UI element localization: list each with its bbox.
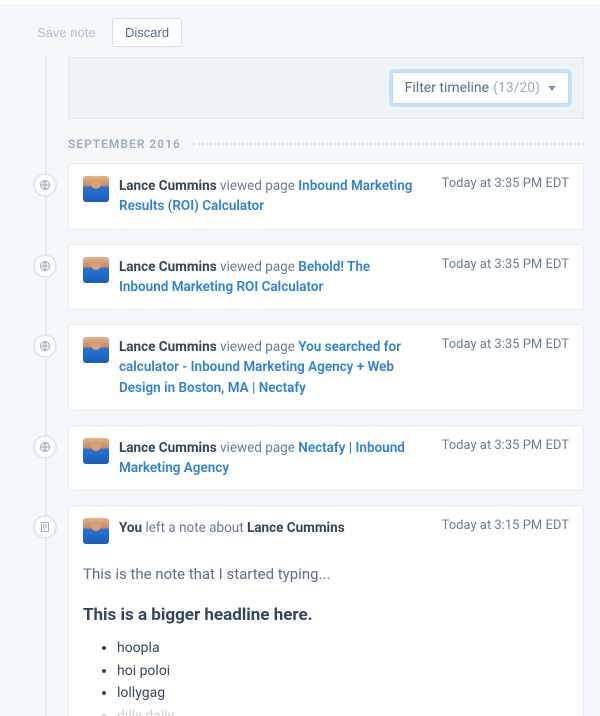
entry-actor: Lance Cummins [119, 259, 217, 275]
month-text: SEPTEMBER 2016 [68, 137, 181, 151]
note-body: This is the note that I started typing..… [83, 562, 569, 716]
note-icon [33, 515, 57, 539]
note-subject: Lance Cummins [247, 520, 345, 536]
timeline-card[interactable]: Lance Cummins viewed page Inbound Market… [68, 163, 584, 230]
filter-count: (13/20) [493, 80, 540, 96]
month-section-label: SEPTEMBER 2016 [68, 137, 584, 151]
entry-action: viewed page [220, 339, 295, 355]
entry-timestamp: Today at 3:35 PM EDT [432, 176, 569, 191]
note-actor: You [119, 520, 142, 536]
divider-dots [193, 143, 584, 145]
avatar [83, 518, 109, 544]
entry-action: viewed page [220, 259, 295, 275]
filter-bar: Filter timeline (13/20) [68, 57, 584, 119]
timeline-card[interactable]: Lance Cummins viewed page Behold! The In… [68, 244, 584, 311]
entry-text: Lance Cummins viewed page You searched f… [119, 337, 422, 398]
chevron-down-icon [548, 86, 556, 91]
entry-action: viewed page [220, 178, 295, 194]
note-card[interactable]: You left a note about Lance Cummins Toda… [68, 505, 584, 716]
globe-icon [33, 435, 57, 459]
timeline-card[interactable]: Lance Cummins viewed page You searched f… [68, 324, 584, 411]
globe-icon [33, 254, 57, 278]
globe-icon [33, 173, 57, 197]
timeline-entry: Lance Cummins viewed page You searched f… [24, 324, 584, 411]
avatar [83, 337, 109, 363]
list-item: hoi poloi [117, 660, 569, 682]
avatar [83, 257, 109, 283]
timeline-card[interactable]: Lance Cummins viewed page Nectafy | Inbo… [68, 425, 584, 492]
entry-text: You left a note about Lance Cummins [119, 518, 422, 538]
note-action: left a note about [145, 520, 243, 536]
globe-icon [33, 334, 57, 358]
list-item: lollygag [117, 682, 569, 704]
avatar [83, 176, 109, 202]
entry-text: Lance Cummins viewed page Inbound Market… [119, 176, 422, 217]
entry-timestamp: Today at 3:35 PM EDT [432, 257, 569, 272]
discard-button[interactable]: Discard [112, 18, 182, 47]
avatar [83, 438, 109, 464]
note-line: This is the note that I started typing..… [83, 562, 569, 586]
timeline-entry: Lance Cummins viewed page Behold! The In… [24, 244, 584, 311]
timeline-entry: Lance Cummins viewed page Inbound Market… [24, 163, 584, 230]
entry-text: Lance Cummins viewed page Nectafy | Inbo… [119, 438, 422, 479]
timeline-note-entry: You left a note about Lance Cummins Toda… [24, 505, 584, 716]
entry-timestamp: Today at 3:35 PM EDT [432, 337, 569, 352]
entry-text: Lance Cummins viewed page Behold! The In… [119, 257, 422, 298]
note-actions: Save note Discard [0, 6, 600, 57]
entry-actor: Lance Cummins [119, 339, 217, 355]
timeline-entry: Lance Cummins viewed page Nectafy | Inbo… [24, 425, 584, 492]
save-note-button: Save note [24, 18, 109, 47]
timeline: Filter timeline (13/20) SEPTEMBER 2016 L… [0, 57, 600, 716]
filter-timeline-button[interactable]: Filter timeline (13/20) [392, 72, 569, 104]
filter-label: Filter timeline [405, 80, 489, 96]
list-item: hoopla [117, 637, 569, 659]
list-item: dilly dally [117, 705, 569, 716]
entry-actor: Lance Cummins [119, 178, 217, 194]
entry-timestamp: Today at 3:35 PM EDT [432, 438, 569, 453]
entry-actor: Lance Cummins [119, 440, 217, 456]
note-list: hoopla hoi poloi lollygag dilly dally [103, 637, 569, 716]
note-timestamp: Today at 3:15 PM EDT [432, 518, 569, 533]
entry-action: viewed page [220, 440, 295, 456]
note-headline: This is a bigger headline here. [83, 602, 569, 629]
